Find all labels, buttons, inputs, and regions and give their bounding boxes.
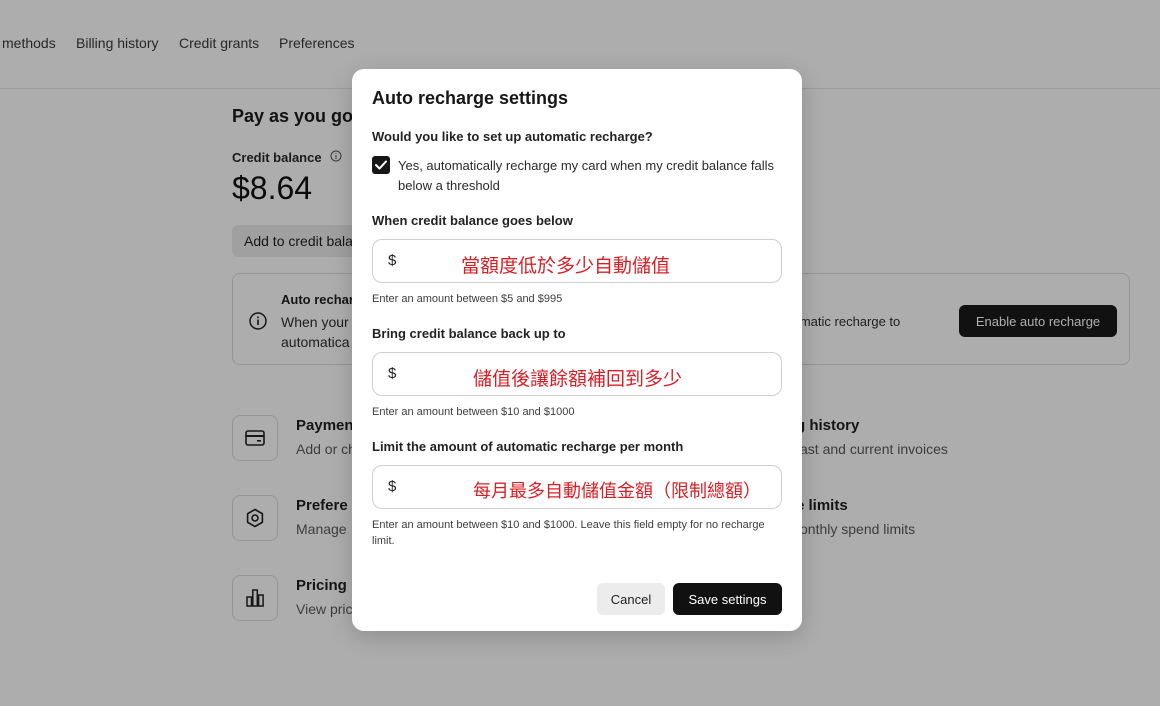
monthly-limit-input[interactable]: $ 每月最多自動儲值金額（限制總額） [372, 465, 782, 509]
currency-prefix: $ [388, 478, 397, 495]
recharge-to-label: Bring credit balance back up to [372, 326, 566, 341]
currency-prefix: $ [388, 252, 397, 269]
save-settings-button[interactable]: Save settings [673, 583, 782, 615]
cancel-button[interactable]: Cancel [597, 583, 665, 615]
threshold-placeholder: 當額度低於多少自動儲值 [461, 255, 671, 277]
threshold-input[interactable]: $ 當額度低於多少自動儲值 [372, 239, 782, 283]
recharge-to-help: Enter an amount between $10 and $1000 [372, 406, 575, 418]
auto-recharge-dialog: Auto recharge settings Would you like to… [352, 69, 802, 631]
currency-prefix: $ [388, 365, 397, 382]
threshold-label: When credit balance goes below [372, 213, 573, 228]
checkbox-label[interactable]: Yes, automatically recharge my card when… [398, 156, 782, 196]
monthly-limit-label: Limit the amount of automatic recharge p… [372, 439, 684, 454]
threshold-help: Enter an amount between $5 and $995 [372, 293, 563, 305]
auto-recharge-checkbox[interactable] [372, 156, 390, 174]
checkmark-icon [375, 160, 387, 170]
recharge-to-placeholder: 儲值後讓餘額補回到多少 [473, 368, 683, 390]
monthly-limit-help: Enter an amount between $10 and $1000. L… [372, 519, 765, 547]
recharge-to-input[interactable]: $ 儲值後讓餘額補回到多少 [372, 352, 782, 396]
dialog-title: Auto recharge settings [372, 88, 569, 108]
monthly-limit-placeholder: 每月最多自動儲值金額（限制總額） [473, 481, 761, 502]
dialog-question: Would you like to set up automatic recha… [372, 129, 653, 144]
